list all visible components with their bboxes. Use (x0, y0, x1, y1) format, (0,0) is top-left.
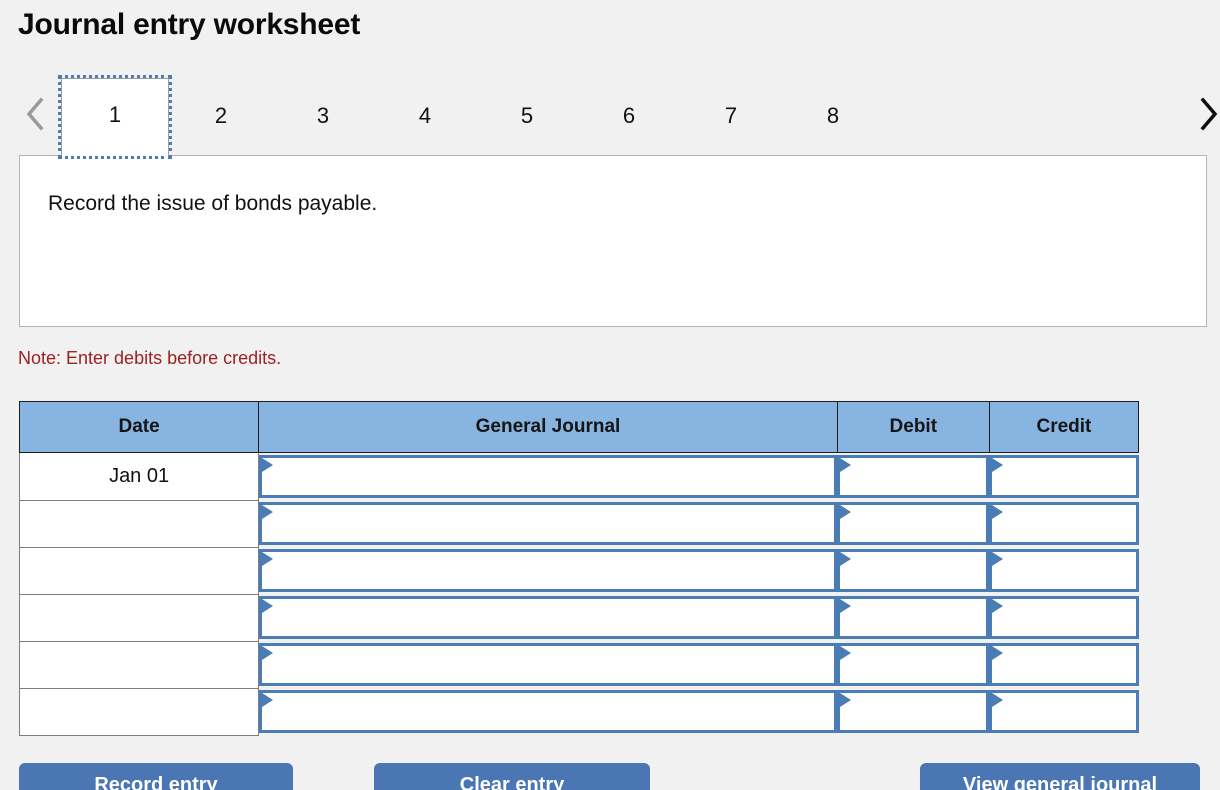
cell-general-journal (258, 452, 838, 500)
next-entry-button[interactable] (1192, 90, 1220, 138)
cell-date: Jan 01 (18, 452, 260, 501)
cell-debit (837, 641, 990, 688)
entry-tab-1[interactable]: 1 (58, 75, 172, 159)
general-journal-input[interactable] (259, 596, 838, 639)
general-journal-input[interactable] (259, 643, 838, 686)
cell-debit (837, 547, 990, 594)
cell-date (18, 593, 260, 642)
dropdown-triangle-icon (992, 505, 1004, 519)
debit-input[interactable] (837, 643, 990, 686)
journal-entry-worksheet-page: Journal entry worksheet 12345678 Record … (0, 0, 1220, 790)
cell-credit (989, 594, 1139, 641)
entry-tab-7[interactable]: 7 (696, 96, 766, 136)
cell-date (18, 499, 260, 548)
dropdown-triangle-icon (262, 552, 274, 566)
table-row (18, 687, 1139, 736)
debit-input[interactable] (837, 690, 990, 733)
entry-tab-2[interactable]: 2 (186, 96, 256, 136)
debits-before-credits-note: Note: Enter debits before credits. (18, 348, 282, 368)
chevron-left-icon (26, 97, 44, 131)
cell-general-journal (258, 547, 838, 594)
journal-entry-table: Date General Journal Debit Credit Jan 01 (18, 401, 1140, 736)
general-journal-input[interactable] (259, 502, 838, 545)
cell-date (18, 687, 260, 736)
entry-tab-4[interactable]: 4 (390, 96, 460, 136)
dropdown-triangle-icon (992, 599, 1004, 613)
credit-input[interactable] (989, 502, 1139, 545)
cell-date (18, 546, 260, 595)
dropdown-triangle-icon (840, 458, 852, 472)
credit-input[interactable] (989, 549, 1139, 592)
cell-debit (837, 452, 990, 500)
cell-debit (837, 688, 990, 735)
clear-entry-button[interactable]: Clear entry (374, 763, 650, 790)
dropdown-triangle-icon (840, 552, 852, 566)
entry-tab-8[interactable]: 8 (798, 96, 868, 136)
dropdown-triangle-icon (992, 693, 1004, 707)
table-row: Jan 01 (18, 452, 1139, 501)
general-journal-input[interactable] (259, 690, 838, 733)
debit-input[interactable] (837, 455, 990, 498)
page-title: Journal entry worksheet (18, 8, 361, 41)
general-journal-input[interactable] (259, 455, 838, 498)
entry-tab-5[interactable]: 5 (492, 96, 562, 136)
entry-tab-bar: 12345678 (0, 74, 1220, 159)
chevron-right-icon (1200, 97, 1218, 131)
credit-input[interactable] (989, 643, 1139, 686)
table-row (18, 546, 1139, 595)
dropdown-triangle-icon (840, 505, 852, 519)
cell-general-journal (258, 594, 838, 641)
cell-credit (989, 452, 1139, 500)
credit-input[interactable] (989, 690, 1139, 733)
general-journal-input[interactable] (259, 549, 838, 592)
cell-credit (989, 500, 1139, 547)
column-header-general-journal: General Journal (258, 401, 838, 453)
dropdown-triangle-icon (262, 693, 274, 707)
dropdown-triangle-icon (840, 646, 852, 660)
cell-credit (989, 688, 1139, 735)
dropdown-triangle-icon (262, 458, 274, 472)
cell-debit (837, 594, 990, 641)
debit-input[interactable] (837, 596, 990, 639)
cell-general-journal (258, 688, 838, 735)
cell-general-journal (258, 641, 838, 688)
table-header-row: Date General Journal Debit Credit (18, 401, 1140, 453)
cell-date (18, 640, 260, 689)
entry-tab-6[interactable]: 6 (594, 96, 664, 136)
dropdown-triangle-icon (262, 646, 274, 660)
dropdown-triangle-icon (992, 552, 1004, 566)
entry-description-box: Record the issue of bonds payable. (19, 155, 1207, 327)
view-general-journal-button[interactable]: View general journal (920, 763, 1200, 790)
entry-tab-3[interactable]: 3 (288, 96, 358, 136)
dropdown-triangle-icon (262, 505, 274, 519)
entry-description-text: Record the issue of bonds payable. (48, 192, 378, 215)
record-entry-button[interactable]: Record entry (19, 763, 293, 790)
table-row (18, 499, 1139, 548)
cell-general-journal (258, 500, 838, 547)
cell-credit (989, 641, 1139, 688)
debit-input[interactable] (837, 549, 990, 592)
dropdown-triangle-icon (840, 599, 852, 613)
table-row (18, 593, 1139, 642)
dropdown-triangle-icon (992, 458, 1004, 472)
credit-input[interactable] (989, 455, 1139, 498)
cell-credit (989, 547, 1139, 594)
dropdown-triangle-icon (840, 693, 852, 707)
debit-input[interactable] (837, 502, 990, 545)
dropdown-triangle-icon (262, 599, 274, 613)
cell-debit (837, 500, 990, 547)
table-row (18, 640, 1139, 689)
credit-input[interactable] (989, 596, 1139, 639)
dropdown-triangle-icon (992, 646, 1004, 660)
column-header-date: Date (18, 401, 260, 453)
previous-entry-button[interactable] (18, 90, 52, 138)
column-header-credit: Credit (988, 401, 1140, 453)
column-header-debit: Debit (836, 401, 990, 453)
